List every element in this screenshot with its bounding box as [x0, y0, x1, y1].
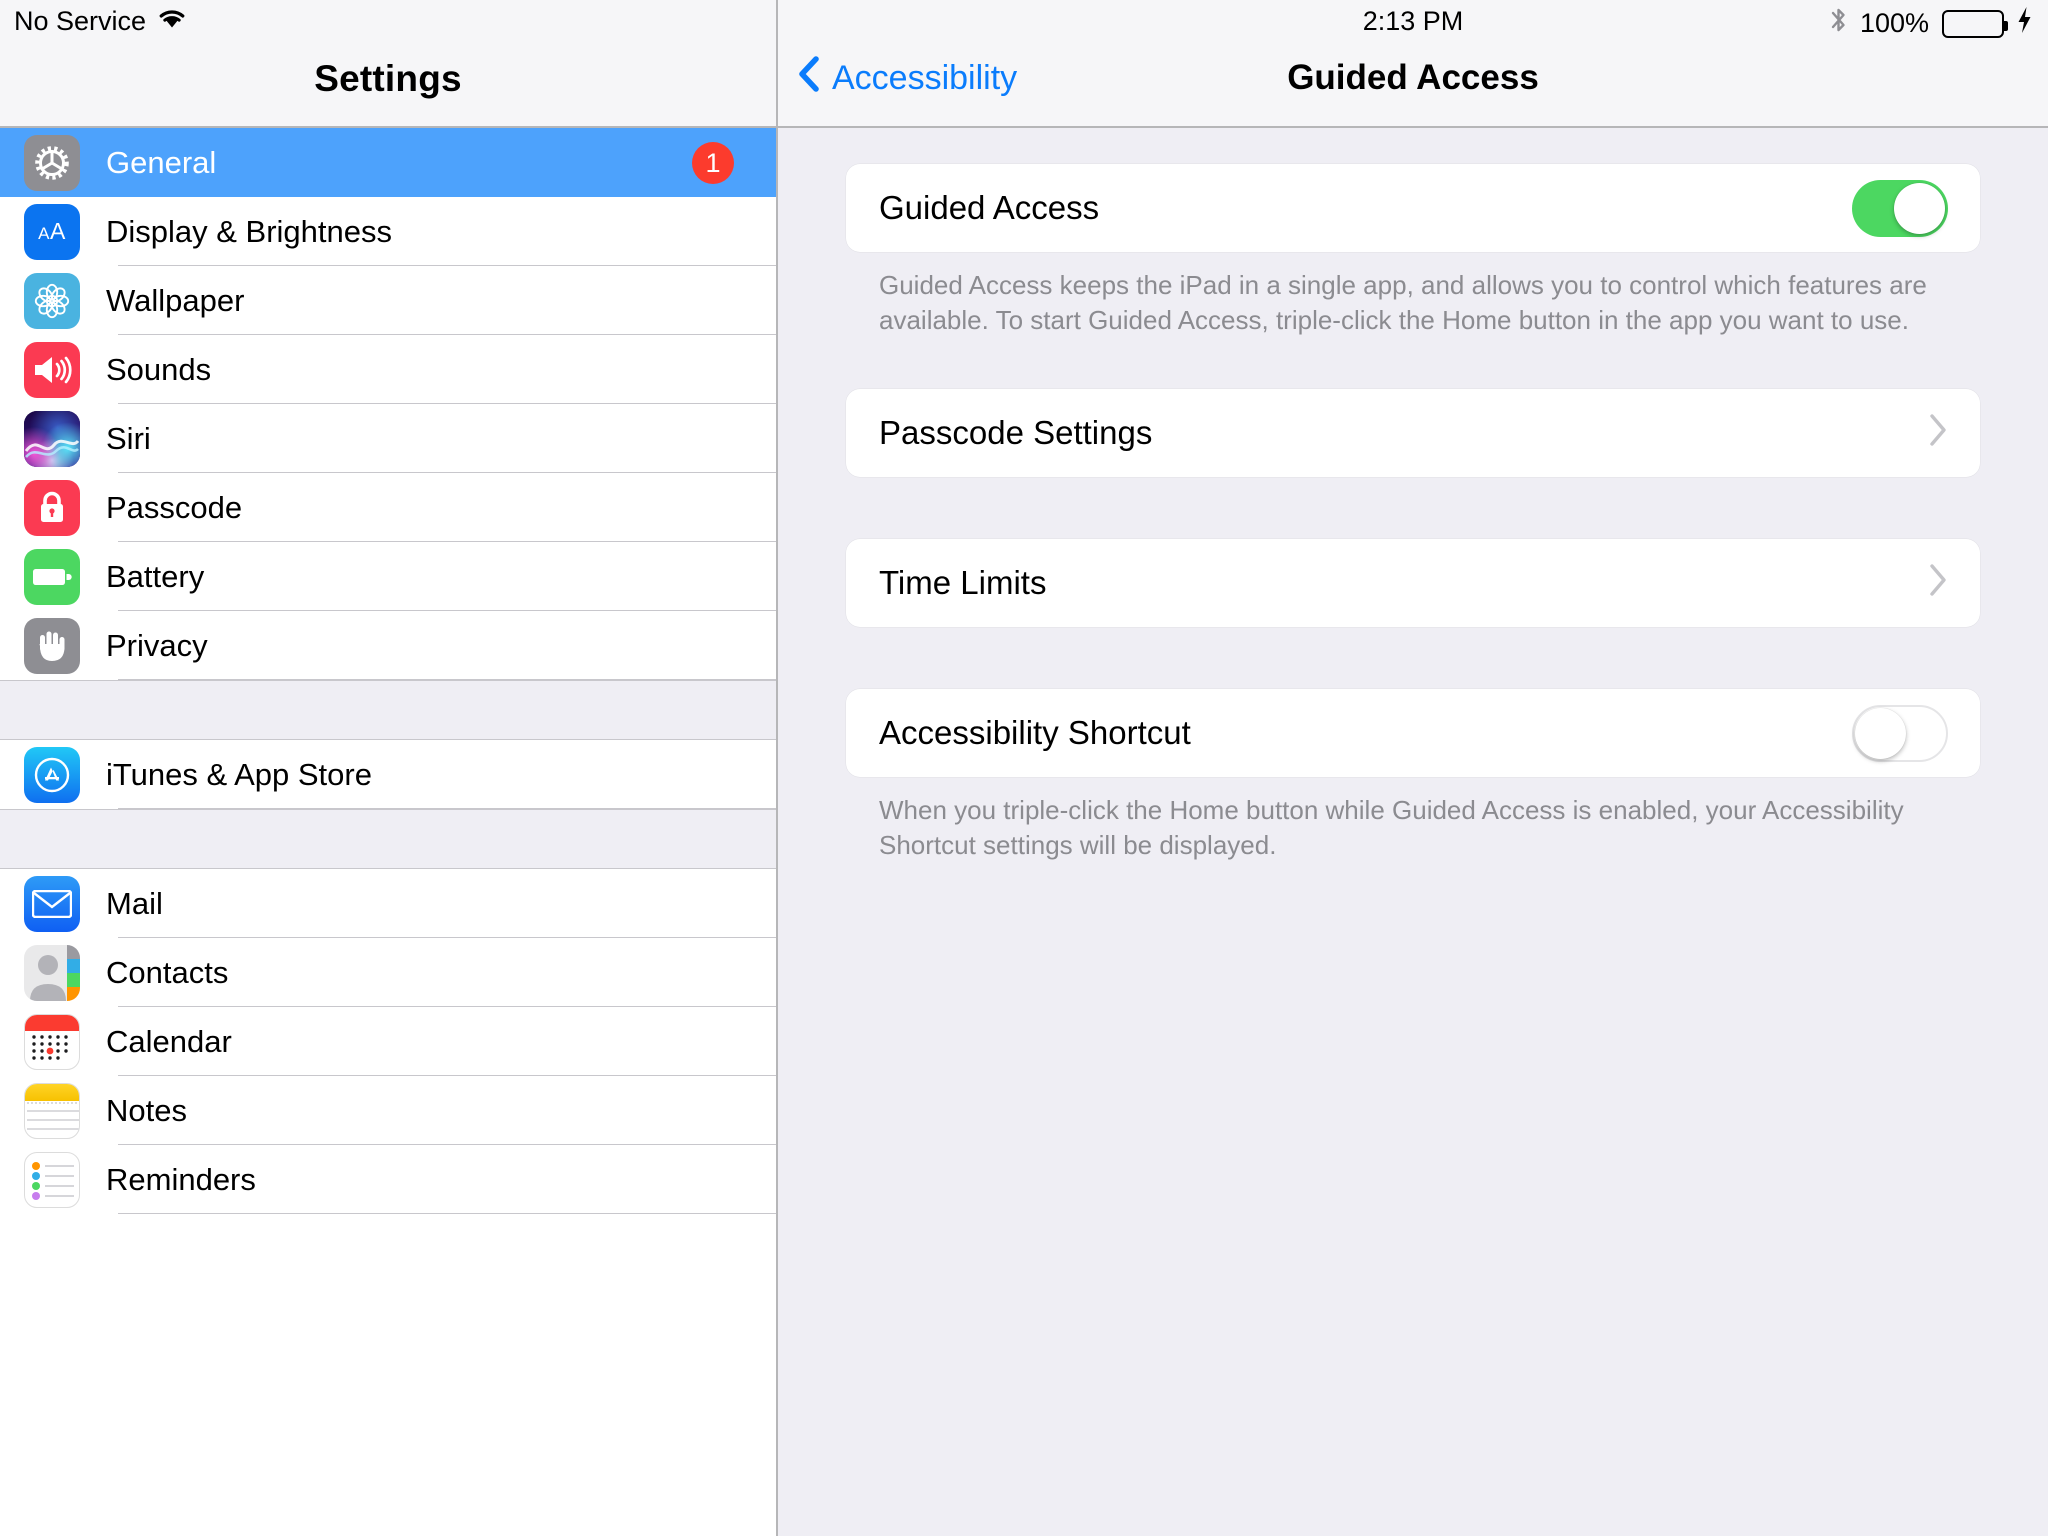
wifi-icon — [158, 6, 186, 37]
sidebar-group-gap — [0, 680, 776, 740]
toggle-knob — [1894, 182, 1945, 234]
notepad-icon — [24, 1082, 80, 1139]
gear-icon — [24, 134, 80, 191]
checklist-icon — [24, 1151, 80, 1208]
sidebar-item-label: Battery — [106, 558, 205, 594]
sidebar-item-wallpaper[interactable]: Wallpaper — [0, 266, 776, 335]
sidebar-item-itunes-app-store[interactable]: iTunes & App Store — [0, 740, 776, 809]
sidebar-item-label: Siri — [106, 420, 151, 456]
sidebar-item-label: iTunes & App Store — [106, 756, 372, 792]
sidebar-item-label: Notes — [106, 1092, 187, 1128]
sidebar-item-mail[interactable]: Mail — [0, 869, 776, 938]
time-limits-card: Time Limits — [846, 539, 1980, 628]
sidebar-item-general[interactable]: General 1 — [0, 128, 776, 197]
app-store-icon — [24, 746, 80, 803]
row-separator — [118, 808, 776, 809]
sidebar-list: General 1 AA Display & Brightness Wallpa… — [0, 128, 776, 1214]
status-bar-right: 100% — [1830, 5, 2032, 42]
accessibility-shortcut-card: Accessibility Shortcut — [846, 689, 1980, 778]
battery-icon — [24, 548, 80, 605]
sidebar-item-label: Mail — [106, 885, 163, 921]
sidebar-item-label: Reminders — [106, 1161, 256, 1197]
sidebar-item-label: Calendar — [106, 1023, 232, 1059]
carrier-label: No Service — [14, 6, 147, 36]
lightning-bolt-icon — [2017, 6, 2032, 41]
sidebar-group-gap — [0, 809, 776, 869]
detail-header: 2:13 PM 100% Accessibility Guided Access — [778, 0, 2048, 128]
lock-icon — [24, 479, 80, 536]
time-limits-row[interactable]: Time Limits — [846, 539, 1980, 627]
sidebar-item-notes[interactable]: Notes — [0, 1076, 776, 1145]
battery-full-icon — [1942, 9, 2008, 38]
siri-waves-icon — [24, 410, 80, 467]
contact-tabs — [67, 944, 80, 1001]
sidebar-item-sounds[interactable]: Sounds — [0, 335, 776, 404]
sidebar-item-passcode[interactable]: Passcode — [0, 473, 776, 542]
sidebar-item-label: Contacts — [106, 954, 229, 990]
sidebar-item-calendar[interactable]: Calendar — [0, 1007, 776, 1076]
guided-access-row[interactable]: Guided Access — [846, 164, 1980, 252]
hand-icon — [24, 617, 80, 674]
sidebar-item-privacy[interactable]: Privacy — [0, 611, 776, 680]
settings-sidebar: No Service Settings General 1 AA Display… — [0, 0, 778, 1536]
envelope-icon — [24, 875, 80, 932]
detail-panel: 2:13 PM 100% Accessibility Guided Access… — [778, 0, 2048, 1536]
status-bar-left: No Service — [14, 6, 186, 37]
accessibility-shortcut-toggle[interactable] — [1852, 704, 1948, 762]
passcode-settings-label: Passcode Settings — [879, 414, 1153, 452]
sidebar-item-contacts[interactable]: Contacts — [0, 938, 776, 1007]
guided-access-toggle[interactable] — [1852, 179, 1948, 237]
text-size-icon: AA — [24, 203, 80, 260]
sidebar-item-reminders[interactable]: Reminders — [0, 1145, 776, 1214]
chevron-right-icon — [1928, 563, 1948, 603]
sidebar-item-label: Sounds — [106, 351, 212, 387]
toggle-knob — [1855, 707, 1906, 759]
sidebar-item-battery[interactable]: Battery — [0, 542, 776, 611]
sidebar-item-label: Wallpaper — [106, 282, 245, 318]
sidebar-item-label: Display & Brightness — [106, 213, 393, 249]
sidebar-item-label: Passcode — [106, 489, 243, 525]
ipad-settings-screen: No Service Settings General 1 AA Display… — [0, 0, 2048, 1536]
sidebar-title: Settings — [314, 58, 462, 99]
time-limits-label: Time Limits — [879, 564, 1047, 602]
flower-icon — [24, 272, 80, 329]
sidebar-group-apps: Mail Contacts Calendar Notes Reminders — [0, 869, 776, 1214]
guided-access-footnote: Guided Access keeps the iPad in a single… — [879, 270, 1927, 335]
detail-body: Guided Access Guided Access keeps the iP… — [778, 128, 2048, 862]
sidebar-item-label: Privacy — [106, 627, 208, 663]
sidebar-header: No Service Settings — [0, 0, 776, 128]
accessibility-shortcut-footnote: When you triple-click the Home button wh… — [879, 795, 1904, 860]
accessibility-shortcut-row[interactable]: Accessibility Shortcut — [846, 689, 1980, 777]
sidebar-group-stores: iTunes & App Store — [0, 740, 776, 809]
person-icon — [24, 944, 80, 1001]
row-separator — [118, 679, 776, 680]
chevron-right-icon — [1928, 413, 1948, 453]
status-badge: 1 — [692, 141, 734, 184]
passcode-settings-row[interactable]: Passcode Settings — [846, 389, 1980, 477]
guided-access-label: Guided Access — [879, 189, 1100, 226]
sidebar-group-system: General 1 AA Display & Brightness Wallpa… — [0, 128, 776, 680]
guided-access-card: Guided Access — [846, 164, 1980, 252]
sidebar-item-display-brightness[interactable]: AA Display & Brightness — [0, 197, 776, 266]
speaker-icon — [24, 341, 80, 398]
page-title: Guided Access — [1287, 58, 1539, 97]
passcode-settings-card: Passcode Settings — [846, 389, 1980, 478]
bluetooth-icon — [1830, 5, 1847, 42]
battery-percent-label: 100% — [1859, 8, 1929, 38]
calendar-icon — [24, 1013, 80, 1070]
sidebar-item-siri[interactable]: Siri — [0, 404, 776, 473]
row-separator — [118, 1213, 776, 1214]
sidebar-item-label: General — [106, 144, 217, 180]
accessibility-shortcut-label: Accessibility Shortcut — [879, 714, 1191, 752]
